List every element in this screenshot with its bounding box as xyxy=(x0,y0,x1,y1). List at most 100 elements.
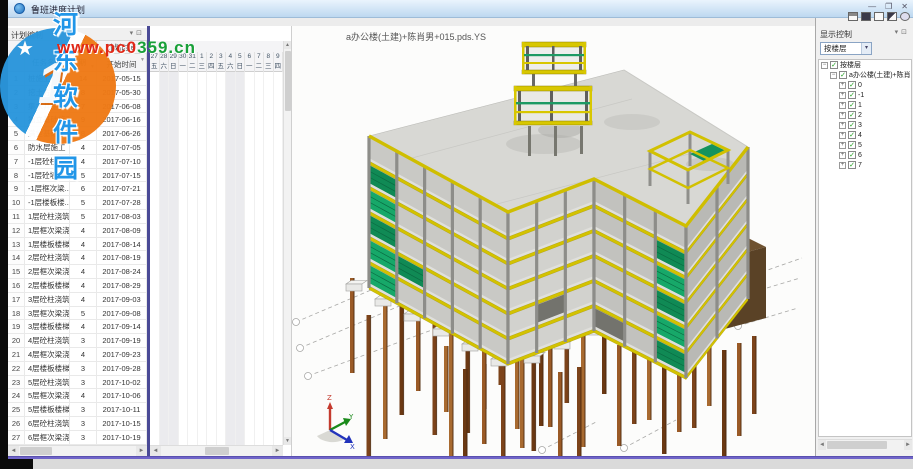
task-row-number[interactable]: 11 xyxy=(8,210,25,223)
task-duration-cell[interactable]: 4 xyxy=(70,279,97,292)
task-row-number[interactable]: 17 xyxy=(8,293,25,306)
task-duration-cell[interactable]: 4 xyxy=(70,141,97,154)
gantt-vscrollbar[interactable]: ▲ ▼ xyxy=(283,41,291,445)
task-row-number[interactable]: 14 xyxy=(8,251,25,264)
task-name-cell[interactable]: 1层楼板楼梯... xyxy=(25,238,70,251)
task-name-cell[interactable]: 6层砼柱浇筑 xyxy=(25,417,70,430)
scrollbar-thumb[interactable] xyxy=(205,447,229,455)
gantt-hscrollbar[interactable]: ◄ ► xyxy=(150,445,283,456)
task-name-cell[interactable]: 独立基础施工 xyxy=(25,113,70,126)
scroll-left-arrow[interactable]: ◄ xyxy=(818,440,826,450)
task-name-cell[interactable]: 4层楼板楼梯... xyxy=(25,362,70,375)
task-row[interactable]: 235层砼柱浇筑32017-10-02 xyxy=(8,376,147,390)
task-start-date-cell[interactable]: 2017-06-26 xyxy=(97,127,147,140)
header-start-date[interactable]: 开始时间 ▼ xyxy=(97,54,146,72)
task-row[interactable]: 173层砼柱浇筑42017-09-03 xyxy=(8,293,147,307)
globe-view-icon[interactable] xyxy=(900,12,910,21)
visibility-checkbox[interactable]: ✓ xyxy=(848,131,856,139)
tree-item-6[interactable]: +✓6 xyxy=(819,150,911,160)
task-duration-cell[interactable]: 5 xyxy=(70,307,97,320)
task-name-cell[interactable]: 5层楼板楼梯... xyxy=(25,403,70,416)
visibility-checkbox[interactable]: ✓ xyxy=(848,111,856,119)
task-name-cell[interactable]: 挖土方 xyxy=(25,86,70,99)
gantt-body[interactable] xyxy=(150,72,283,445)
task-name-cell[interactable]: 防水层施工 xyxy=(25,141,70,154)
task-name-cell[interactable]: 2层框次梁浇筑 xyxy=(25,265,70,278)
visibility-checkbox[interactable]: ✓ xyxy=(830,61,838,69)
task-start-date-cell[interactable]: 2017-10-06 xyxy=(97,389,147,402)
task-start-date-cell[interactable]: 2017-08-29 xyxy=(97,279,147,292)
task-row[interactable]: 214层框次梁浇筑42017-09-23 xyxy=(8,348,147,362)
tree-item-3[interactable]: +✓3 xyxy=(819,120,911,130)
task-row[interactable]: 6防水层施工42017-07-05 xyxy=(8,141,147,155)
task-row-number[interactable]: 6 xyxy=(8,141,25,154)
task-start-date-cell[interactable]: 2017-07-15 xyxy=(97,169,147,182)
scroll-down-arrow[interactable]: ▼ xyxy=(284,437,291,445)
tree-item-2[interactable]: +✓2 xyxy=(819,110,911,120)
task-duration-cell[interactable]: 8 xyxy=(70,127,97,140)
task-row-number[interactable]: 7 xyxy=(8,155,25,168)
task-duration-cell[interactable]: 4 xyxy=(70,251,97,264)
model-3d-view[interactable]: Z Y X xyxy=(292,26,816,456)
task-duration-cell[interactable]: 5 xyxy=(70,169,97,182)
task-row[interactable]: 121层框次梁浇筑42017-08-09 xyxy=(8,224,147,238)
task-row-number[interactable]: 21 xyxy=(8,348,25,361)
task-row[interactable]: 8-1层砼墙浇...52017-07-15 xyxy=(8,169,147,183)
task-row[interactable]: 111层砼柱浇筑52017-08-03 xyxy=(8,210,147,224)
expand-node-icon[interactable]: + xyxy=(839,122,846,129)
task-name-cell[interactable]: 4层框次梁浇筑 xyxy=(25,348,70,361)
task-name-cell[interactable]: 4层砼柱浇筑 xyxy=(25,334,70,347)
task-duration-cell[interactable]: 3 xyxy=(70,334,97,347)
task-name-cell[interactable]: 5层框次梁浇筑 xyxy=(25,389,70,402)
task-row-number[interactable]: 12 xyxy=(8,224,25,237)
task-name-cell[interactable]: 1层砼柱浇筑 xyxy=(25,210,70,223)
task-row-number[interactable]: 27 xyxy=(8,431,25,444)
scroll-right-arrow[interactable]: ► xyxy=(136,446,147,456)
task-name-cell[interactable]: 满堂基础施工 xyxy=(25,127,70,140)
collapse-node-icon[interactable]: − xyxy=(830,72,837,79)
task-row-number[interactable]: 5 xyxy=(8,127,25,140)
task-start-date-cell[interactable]: 2017-10-19 xyxy=(97,431,147,444)
task-duration-cell[interactable]: 9 xyxy=(70,113,97,126)
task-row[interactable]: 204层砼柱浇筑32017-09-19 xyxy=(8,334,147,348)
task-row[interactable]: 142层砼柱浇筑42017-08-19 xyxy=(8,251,147,265)
task-duration-cell[interactable]: 3 xyxy=(70,362,97,375)
task-name-cell[interactable]: 6层框次梁浇筑 xyxy=(25,431,70,444)
visibility-checkbox[interactable]: ✓ xyxy=(848,121,856,129)
model-viewport[interactable]: a办公楼(土建)+陈肖男+015.pds.YS xyxy=(291,26,815,456)
floor-filter-dropdown[interactable]: 按楼层 ▾ xyxy=(820,42,872,55)
task-row[interactable]: 276层框次梁浇筑32017-10-19 xyxy=(8,431,147,445)
task-duration-cell[interactable]: 14 xyxy=(70,72,97,85)
task-start-date-cell[interactable]: 2017-10-02 xyxy=(97,376,147,389)
task-name-cell[interactable]: -1层框次梁... xyxy=(25,182,70,195)
task-start-date-cell[interactable]: 2017-09-28 xyxy=(97,362,147,375)
task-row-number[interactable]: 13 xyxy=(8,238,25,251)
task-start-date-cell[interactable]: 2017-08-14 xyxy=(97,238,147,251)
hidden-line-view-icon[interactable] xyxy=(874,12,884,21)
task-duration-cell[interactable]: 4 xyxy=(70,155,97,168)
task-start-date-cell[interactable]: 2017-09-03 xyxy=(97,293,147,306)
collapse-node-icon[interactable]: − xyxy=(821,62,828,69)
task-start-date-cell[interactable]: 2017-09-23 xyxy=(97,348,147,361)
task-name-cell[interactable]: 2层楼板楼梯 xyxy=(25,279,70,292)
task-name-cell[interactable]: 集水井施工 xyxy=(25,100,70,113)
task-start-date-cell[interactable]: 2017-08-19 xyxy=(97,251,147,264)
task-duration-cell[interactable]: 7 xyxy=(70,100,97,113)
scrollbar-thumb[interactable] xyxy=(827,441,887,449)
task-row-number[interactable]: 4 xyxy=(8,113,25,126)
task-name-cell[interactable]: 3层框次梁浇筑 xyxy=(25,307,70,320)
task-row-number[interactable]: 9 xyxy=(8,182,25,195)
task-name-cell[interactable]: 桩施工 xyxy=(25,72,70,85)
task-row[interactable]: 255层楼板楼梯...32017-10-11 xyxy=(8,403,147,417)
task-row[interactable]: 131层楼板楼梯...42017-08-14 xyxy=(8,238,147,252)
expand-node-icon[interactable]: + xyxy=(839,102,846,109)
expand-node-icon[interactable]: + xyxy=(839,132,846,139)
task-row[interactable]: 4独立基础施工92017-06-16 xyxy=(8,113,147,127)
task-start-date-cell[interactable]: 2017-06-08 xyxy=(97,100,147,113)
task-duration-cell[interactable]: 5 xyxy=(70,210,97,223)
task-row[interactable]: 3集水井施工72017-06-08 xyxy=(8,100,147,114)
task-start-date-cell[interactable]: 2017-08-09 xyxy=(97,224,147,237)
task-duration-cell[interactable]: 3 xyxy=(70,403,97,416)
header-task-name[interactable]: 任务名称 ▼ xyxy=(25,41,70,71)
task-start-date-cell[interactable]: 2017-09-08 xyxy=(97,307,147,320)
